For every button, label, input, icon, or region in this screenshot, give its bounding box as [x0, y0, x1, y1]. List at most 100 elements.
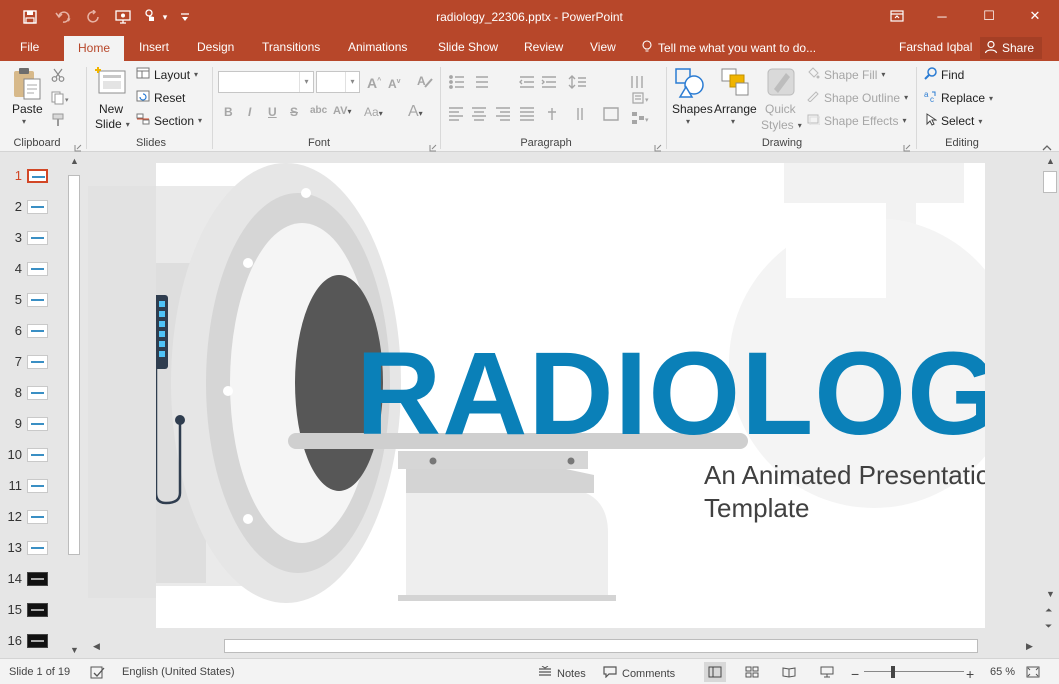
italic-button[interactable]: I: [248, 105, 251, 119]
tab-insert[interactable]: Insert: [139, 40, 169, 54]
horizontal-scrollbar[interactable]: ◀ ▶: [88, 637, 1040, 656]
slide-thumbnail-image[interactable]: [27, 231, 48, 245]
slide-thumbnail[interactable]: 13: [0, 537, 66, 559]
tab-design[interactable]: Design: [197, 40, 234, 54]
font-size-dropdown-icon[interactable]: ▾: [345, 72, 359, 92]
quick-styles-label-2[interactable]: Styles ▾: [761, 118, 802, 132]
undo-icon[interactable]: ▾: [50, 7, 78, 27]
shape-outline-button[interactable]: Shape Outline ▾: [806, 90, 908, 105]
slide-thumbnail-image[interactable]: [27, 324, 48, 338]
slide-thumbnail[interactable]: 11: [0, 475, 66, 497]
paragraph-tools-row2[interactable]: [448, 105, 658, 126]
slide-title[interactable]: RADIOLOGY: [356, 335, 985, 453]
section-button[interactable]: Section ▾: [136, 113, 202, 128]
paragraph-tools-row1[interactable]: [448, 73, 658, 94]
smartart-icon[interactable]: ▾: [631, 111, 651, 128]
slideshow-view-button[interactable]: [820, 666, 834, 678]
slide-thumbnail[interactable]: 7: [0, 351, 66, 373]
fit-slide-button[interactable]: [1026, 666, 1040, 678]
slide-thumbnail-image[interactable]: [27, 634, 48, 648]
slide-thumbnail-image[interactable]: [27, 169, 48, 183]
notes-button[interactable]: Notes: [538, 665, 586, 681]
arrange-dropdown-icon[interactable]: ▾: [731, 117, 735, 126]
tab-slideshow[interactable]: Slide Show: [438, 40, 498, 54]
slide-thumbnail[interactable]: 1: [0, 165, 66, 187]
maximize-button[interactable]: ☐: [974, 4, 1004, 28]
slide-thumbnail[interactable]: 14: [0, 568, 66, 590]
tab-view[interactable]: View: [590, 40, 616, 54]
align-text-icon[interactable]: ▾: [631, 91, 651, 108]
slide-thumbnail[interactable]: 12: [0, 506, 66, 528]
bold-button[interactable]: B: [224, 105, 233, 119]
slide-thumbnail[interactable]: 16: [0, 630, 66, 652]
vertical-scrollbar[interactable]: ▲ ▼ ⏶ ⏷: [1041, 153, 1059, 636]
paste-dropdown-icon[interactable]: ▾: [22, 117, 26, 126]
vscroll-up-icon[interactable]: ▲: [1046, 156, 1055, 166]
increase-font-icon[interactable]: A^: [367, 75, 381, 91]
normal-view-button[interactable]: [704, 662, 726, 682]
slide-thumbnail[interactable]: 10: [0, 444, 66, 466]
paste-button[interactable]: [12, 67, 42, 104]
redo-icon[interactable]: [84, 7, 104, 27]
tab-animations[interactable]: Animations: [348, 40, 407, 54]
new-slide-label-2[interactable]: Slide ▾: [95, 117, 130, 131]
share-button[interactable]: Share: [980, 37, 1042, 59]
find-button[interactable]: Find: [924, 67, 964, 83]
slide-thumbnail-image[interactable]: [27, 541, 48, 555]
strikethrough-button[interactable]: S: [290, 105, 298, 119]
slide-thumbnail-image[interactable]: [27, 200, 48, 214]
slide-thumbnail[interactable]: 4: [0, 258, 66, 280]
vertical-scroll-thumb[interactable]: [1043, 171, 1057, 193]
clear-formatting-icon[interactable]: A: [417, 73, 433, 92]
quick-styles-icon[interactable]: [766, 67, 796, 100]
comments-button[interactable]: Comments: [603, 666, 675, 681]
touch-mode-dropdown-icon[interactable]: ▾: [160, 7, 170, 27]
shapes-label[interactable]: Shapes: [672, 102, 713, 116]
thumbnail-scroll-thumb[interactable]: [68, 175, 80, 555]
layout-button[interactable]: Layout ▾: [136, 67, 198, 82]
next-slide-icon[interactable]: ⏷: [1045, 621, 1052, 632]
slide-thumbnail[interactable]: 8: [0, 382, 66, 404]
minimize-button[interactable]: ─: [927, 4, 957, 28]
close-button[interactable]: ✕: [1020, 4, 1050, 28]
customize-icon[interactable]: [178, 7, 192, 27]
spell-check-icon[interactable]: [90, 666, 106, 679]
arrange-label[interactable]: Arrange: [714, 102, 757, 116]
zoom-slider-thumb[interactable]: [891, 666, 895, 678]
slide-thumbnail-image[interactable]: [27, 417, 48, 431]
slide-sorter-button[interactable]: [745, 666, 759, 678]
hscroll-right-icon[interactable]: ▶: [1026, 641, 1033, 652]
slide-thumbnail-image[interactable]: [27, 572, 48, 586]
tell-me-search[interactable]: Tell me what you want to do...: [642, 40, 816, 56]
thumbnail-scrollbar[interactable]: ▲ ▼: [66, 153, 82, 658]
slide-thumbnail-image[interactable]: [27, 386, 48, 400]
touch-mode-icon[interactable]: [140, 7, 160, 27]
scroll-down-icon[interactable]: ▼: [70, 645, 79, 655]
character-spacing-button[interactable]: AV▾: [333, 105, 351, 117]
slide-thumbnail[interactable]: 6: [0, 320, 66, 342]
zoom-in-button[interactable]: +: [966, 666, 974, 682]
save-icon[interactable]: [20, 7, 40, 27]
font-color-button[interactable]: A▾: [408, 103, 423, 121]
select-button[interactable]: Select ▾: [924, 113, 982, 129]
scroll-up-icon[interactable]: ▲: [70, 156, 79, 166]
zoom-out-button[interactable]: −: [851, 666, 859, 682]
format-painter-icon[interactable]: [51, 113, 65, 130]
reading-view-button[interactable]: [782, 666, 796, 678]
reset-button[interactable]: Reset: [136, 90, 185, 105]
arrange-icon[interactable]: [720, 67, 750, 102]
slide-thumbnail[interactable]: 9: [0, 413, 66, 435]
cut-icon[interactable]: [51, 68, 65, 85]
new-slide-label[interactable]: New: [99, 102, 123, 116]
font-size-combo[interactable]: ▾: [316, 71, 360, 93]
language-indicator[interactable]: English (United States): [122, 666, 235, 678]
font-name-dropdown-icon[interactable]: ▾: [299, 72, 313, 92]
decrease-font-icon[interactable]: Av: [388, 77, 401, 91]
hscroll-left-icon[interactable]: ◀: [93, 641, 100, 652]
slide-editing-area[interactable]: RADIOLOGY An Animated Presentation Templ…: [88, 153, 1040, 636]
tab-transitions[interactable]: Transitions: [262, 40, 320, 54]
ribbon-display-icon[interactable]: [882, 4, 912, 28]
shape-effects-button[interactable]: Shape Effects ▾: [806, 113, 907, 128]
slide-canvas[interactable]: RADIOLOGY An Animated Presentation Templ…: [156, 163, 985, 628]
slide-thumbnail-image[interactable]: [27, 510, 48, 524]
